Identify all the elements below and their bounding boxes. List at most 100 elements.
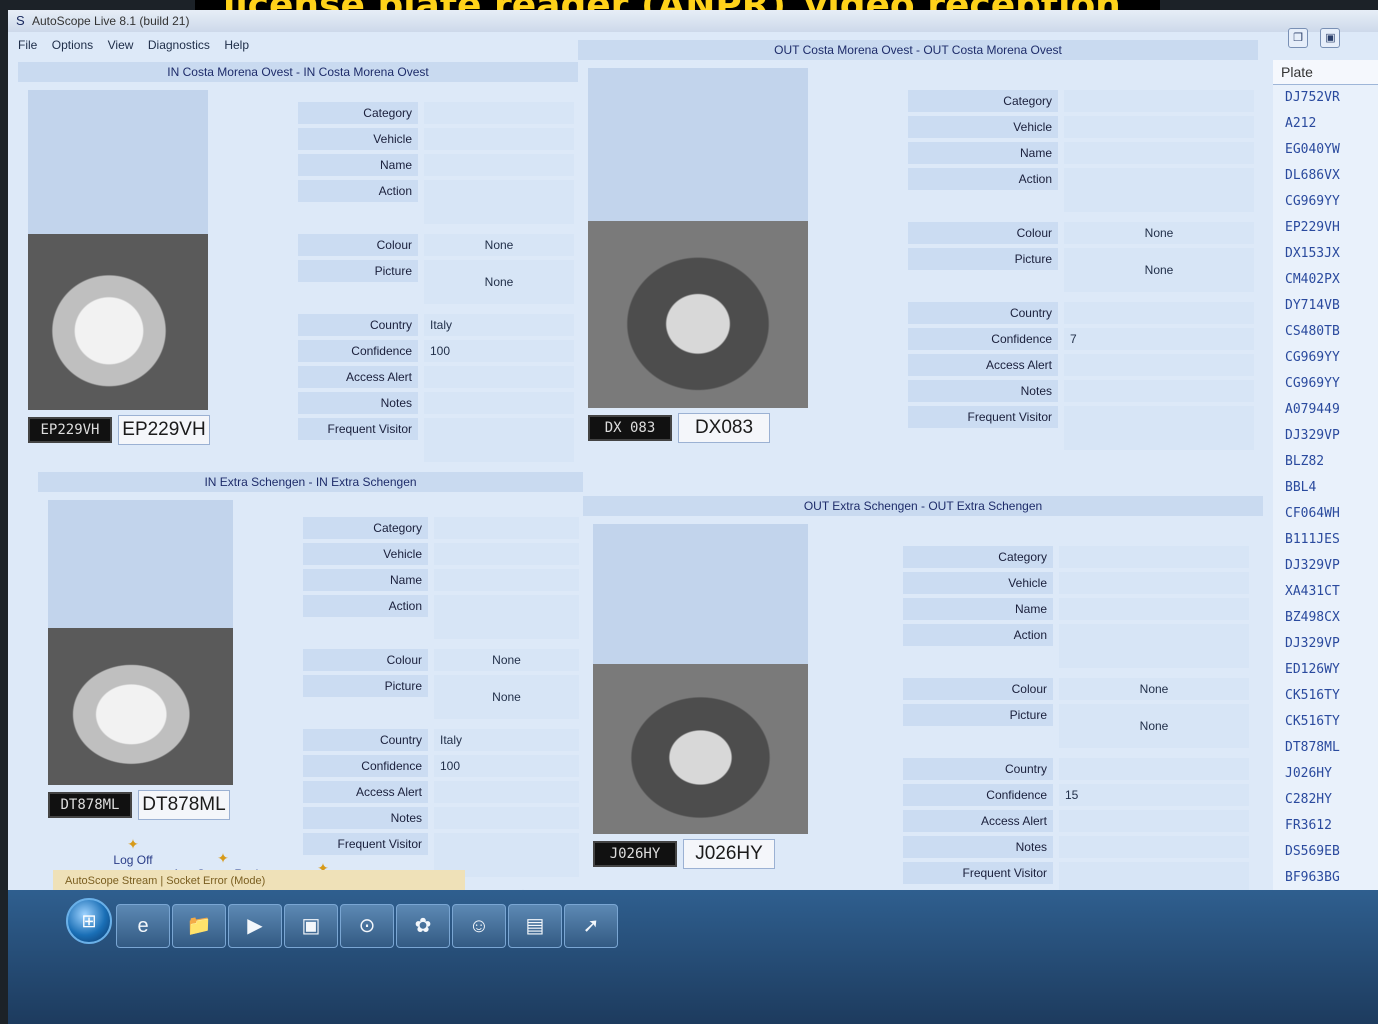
menu-options[interactable]: Options <box>52 38 93 52</box>
taskbar-app-icon[interactable]: ➚ <box>564 904 618 948</box>
field-value <box>424 366 574 388</box>
taskbar-app-icon[interactable]: ▣ <box>284 904 338 948</box>
field-label: Action <box>303 595 428 617</box>
menu-file[interactable]: File <box>18 38 37 52</box>
field-value <box>1059 572 1249 594</box>
panel-title: IN Costa Morena Ovest - IN Costa Morena … <box>18 62 578 82</box>
field-label: Country <box>303 729 428 751</box>
field-label: Country <box>908 302 1058 324</box>
plate-list-item[interactable]: CS480TB <box>1273 319 1378 345</box>
menu-view[interactable]: View <box>108 38 134 52</box>
plate-list-item[interactable]: DJ329VP <box>1273 631 1378 657</box>
maximize-icon[interactable]: ▣ <box>1320 28 1341 48</box>
field-label: Name <box>908 142 1058 164</box>
field-label: Name <box>303 569 428 591</box>
taskbar-app-icon[interactable]: e <box>116 904 170 948</box>
field-label: Vehicle <box>303 543 428 565</box>
field-value <box>424 154 574 176</box>
field-label: Access Alert <box>908 354 1058 376</box>
plate-list-item[interactable]: BLZ82 <box>1273 449 1378 475</box>
taskbar-app-icon[interactable]: ▶ <box>228 904 282 948</box>
taskbar-app-icon[interactable]: ☺ <box>452 904 506 948</box>
plate-list-item[interactable]: CK516TY <box>1273 683 1378 709</box>
vehicle-snapshot <box>28 234 208 410</box>
field-label: Picture <box>908 248 1058 270</box>
plate-list-item[interactable]: A212 <box>1273 111 1378 137</box>
plate-list-item[interactable]: DJ752VR <box>1273 85 1378 111</box>
plate-list-item[interactable]: CK516TY <box>1273 709 1378 735</box>
taskbar-app-icon[interactable]: ⊙ <box>340 904 394 948</box>
field-label: Colour <box>303 649 428 671</box>
plate-list-header[interactable]: Plate <box>1273 60 1378 85</box>
plate-list-item[interactable]: DY714VB <box>1273 293 1378 319</box>
field-value: None <box>424 260 574 304</box>
plate-list[interactable]: Plate DJ752VR A212 EG040YW DL686VX CG969YY EP… <box>1273 60 1378 1020</box>
plate-list-item[interactable]: DT878ML <box>1273 735 1378 761</box>
plate-list-item[interactable]: J026HY <box>1273 761 1378 787</box>
plate-list-item[interactable]: CG969YY <box>1273 371 1378 397</box>
field-value: Italy <box>424 314 574 336</box>
plate-list-item[interactable]: DS569EB <box>1273 839 1378 865</box>
plate-list-item[interactable]: DJ329VP <box>1273 423 1378 449</box>
plate-list-item[interactable]: XA431CT <box>1273 579 1378 605</box>
plate-list-item[interactable]: FR3612 <box>1273 813 1378 839</box>
plate-list-item[interactable]: BF963BG <box>1273 865 1378 891</box>
plate-list-item[interactable]: DJ329VP <box>1273 553 1378 579</box>
field-value <box>1059 624 1249 668</box>
field-label: Name <box>298 154 418 176</box>
field-value <box>1059 758 1249 780</box>
field-label: Confidence <box>908 328 1058 350</box>
field-label: Colour <box>298 234 418 256</box>
plate-list-item[interactable]: BZ498CX <box>1273 605 1378 631</box>
field-label: Category <box>298 102 418 124</box>
field-value <box>424 392 574 414</box>
field-label: Picture <box>298 260 418 282</box>
plate-crop-image: EP229VH <box>28 417 112 443</box>
taskbar-app-icon[interactable]: ✿ <box>396 904 450 948</box>
plate-list-item[interactable]: EG040YW <box>1273 137 1378 163</box>
plate-list-item[interactable]: EP229VH <box>1273 215 1378 241</box>
app-icon: S <box>16 13 25 28</box>
field-value: None <box>1059 704 1249 748</box>
menu-bar: File Options View Diagnostics Help <box>8 36 608 54</box>
plate-text: DT878ML <box>138 790 230 820</box>
plate-list-item[interactable]: DL686VX <box>1273 163 1378 189</box>
plate-list-item[interactable]: CM402PX <box>1273 267 1378 293</box>
camera-panel: IN Costa Morena Ovest - IN Costa Morena … <box>18 62 578 492</box>
plate-list-item[interactable]: CF064WH <box>1273 501 1378 527</box>
field-value <box>424 180 574 224</box>
taskbar-app-icon[interactable]: ▤ <box>508 904 562 948</box>
field-label: Country <box>298 314 418 336</box>
plate-list-item[interactable]: ED126WY <box>1273 657 1378 683</box>
menu-help[interactable]: Help <box>224 38 249 52</box>
camera-panel: OUT Costa Morena Ovest - OUT Costa Moren… <box>578 40 1258 490</box>
field-label: Colour <box>908 222 1058 244</box>
plate-list-item[interactable]: C282HY <box>1273 787 1378 813</box>
plate-list-item[interactable]: CG969YY <box>1273 189 1378 215</box>
plate-list-item[interactable]: CG969YY <box>1273 345 1378 371</box>
field-value: 100 <box>424 340 574 362</box>
field-label: Confidence <box>298 340 418 362</box>
taskbar-app-icon[interactable]: 📁 <box>172 904 226 948</box>
field-value: Italy <box>434 729 579 751</box>
plate-list-item[interactable]: A079449 <box>1273 397 1378 423</box>
plate-list-item[interactable]: BBL4 <box>1273 475 1378 501</box>
field-value <box>1064 354 1254 376</box>
menu-diagnostics[interactable]: Diagnostics <box>148 38 210 52</box>
plate-crop-image: DX 083 <box>588 415 672 441</box>
field-value: None <box>1059 678 1249 700</box>
plate-list-item[interactable]: DX153JX <box>1273 241 1378 267</box>
plate-list-item[interactable]: B111JES <box>1273 527 1378 553</box>
field-label: Picture <box>303 675 428 697</box>
camera-view <box>48 500 233 785</box>
restore-icon[interactable]: ❐ <box>1288 28 1308 48</box>
field-label: Frequent Visitor <box>908 406 1058 428</box>
field-label: Notes <box>298 392 418 414</box>
field-value <box>434 595 579 639</box>
field-value <box>1059 546 1249 568</box>
field-value <box>424 102 574 124</box>
field-value: None <box>1064 248 1254 292</box>
field-label: Access Alert <box>303 781 428 803</box>
field-label: Category <box>303 517 428 539</box>
start-button[interactable]: ⊞ <box>66 898 112 944</box>
